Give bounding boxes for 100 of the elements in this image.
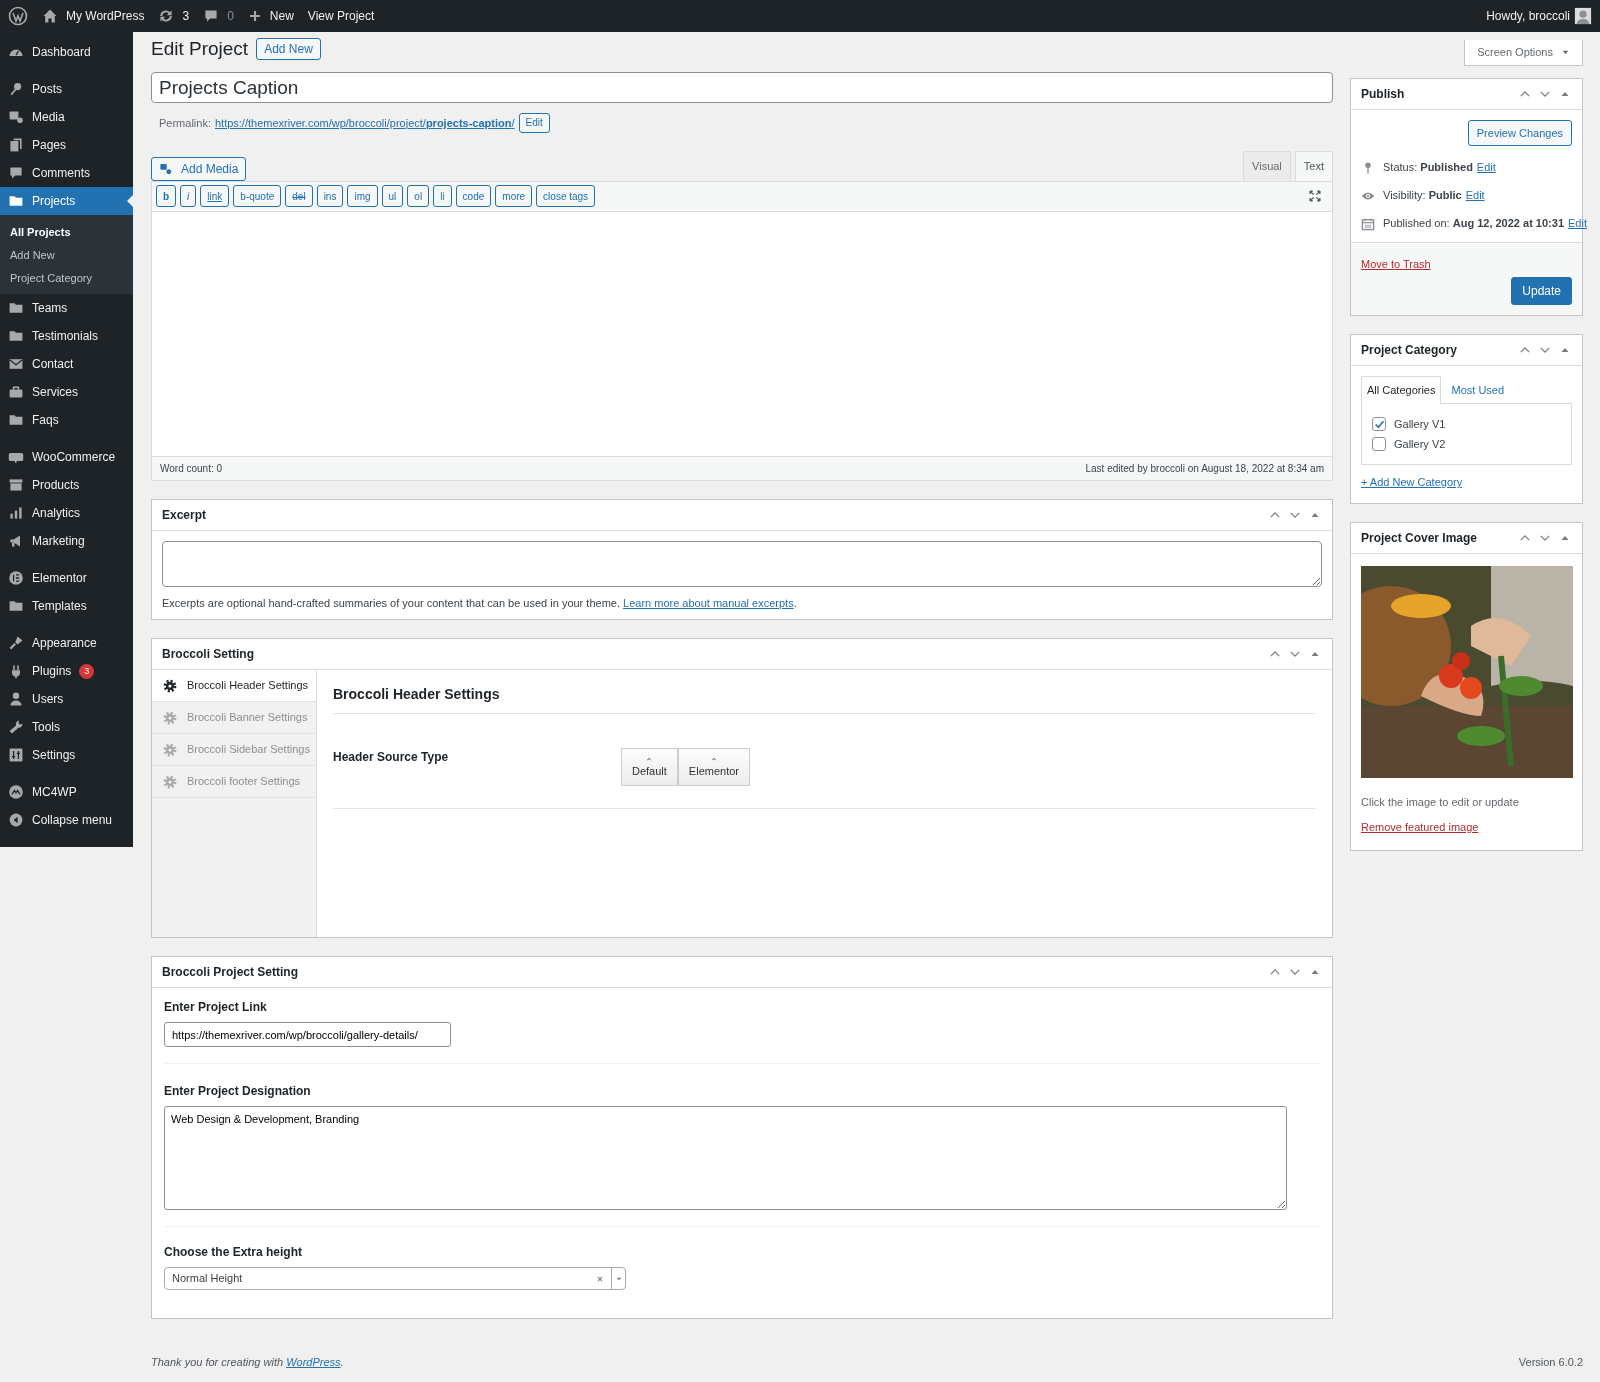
project-link-field[interactable]: https://themexriver.com/wp/broccoli/gallery-details/ <box>164 1022 451 1047</box>
comment-icon[interactable] <box>203 8 220 24</box>
photo-icon <box>8 109 24 125</box>
wrench-icon <box>8 719 24 735</box>
menu-item[interactable]: Users <box>0 685 133 713</box>
menu-item[interactable]: Templates <box>0 592 133 620</box>
quicktag-button[interactable]: b-quote <box>233 185 282 207</box>
plus-icon[interactable] <box>247 9 262 23</box>
source-option[interactable]: Default <box>621 748 678 786</box>
box-title: Publish <box>1361 85 1406 103</box>
new-link[interactable]: New <box>269 7 294 25</box>
move-to-trash-link[interactable]: Move to Trash <box>1361 257 1431 270</box>
folder-icon <box>8 598 24 614</box>
update-button[interactable]: Update <box>1511 276 1572 305</box>
height-select[interactable]: Normal Height <box>164 1267 626 1290</box>
quicktag-button[interactable]: ins <box>316 185 344 207</box>
add-category-link[interactable]: + Add New Category <box>1361 476 1463 488</box>
home-icon[interactable] <box>42 8 58 24</box>
checkbox[interactable] <box>1372 417 1386 431</box>
menu-item[interactable]: Services <box>0 378 133 406</box>
edit-link[interactable]: Edit <box>1568 215 1587 232</box>
fullscreen-icon[interactable] <box>1308 189 1322 203</box>
box-title: Project Category <box>1361 341 1459 359</box>
refresh-icon[interactable] <box>158 8 175 24</box>
edit-link[interactable]: Edit <box>1465 187 1485 204</box>
menu-item[interactable]: MC4WP <box>0 778 133 806</box>
collapse-icon <box>8 812 24 828</box>
menu-item[interactable]: Posts <box>0 75 133 103</box>
checkbox[interactable] <box>1372 437 1386 451</box>
greeting[interactable]: Howdy, broccoli <box>1486 7 1570 25</box>
preview-changes-button[interactable]: Preview Changes <box>1467 119 1572 146</box>
update-count: 3 <box>182 8 190 25</box>
menu-item[interactable]: Collapse menu <box>0 806 133 834</box>
quicktag-button[interactable]: close tags <box>536 185 596 207</box>
editor-tab[interactable]: Visual <box>1243 151 1291 181</box>
source-option[interactable]: Elementor <box>677 748 750 786</box>
menu-item[interactable]: Appearance <box>0 629 133 657</box>
menu-item[interactable]: Pages <box>0 131 133 159</box>
menu-item[interactable]: Contact <box>0 350 133 378</box>
category-tab[interactable]: Most Used <box>1445 375 1511 403</box>
sliders-icon <box>8 747 24 763</box>
menu-item[interactable]: Media <box>0 103 133 131</box>
edit-button[interactable]: Edit <box>518 113 550 133</box>
screen-options-button[interactable]: Screen Options <box>1464 40 1583 66</box>
quicktag-button[interactable]: ol <box>407 185 430 207</box>
briefcase-icon <box>8 384 24 400</box>
add-new-button[interactable]: Add New <box>256 38 321 60</box>
menu-item[interactable]: Marketing <box>0 527 133 555</box>
excerpt-field[interactable] <box>162 540 1322 587</box>
menu-item[interactable]: Analytics <box>0 499 133 527</box>
quicktag-button[interactable]: del <box>285 185 313 207</box>
submenu-item[interactable]: Add New <box>0 244 133 267</box>
quicktag-button[interactable]: li <box>433 185 452 207</box>
quicktag-button[interactable]: b <box>156 185 177 207</box>
designation-field[interactable]: Web Design & Development, Branding <box>164 1106 1287 1210</box>
checkbox-label: Gallery V2 <box>1394 436 1446 452</box>
quicktag-button[interactable]: more <box>495 185 533 207</box>
submenu-item[interactable]: Project Category <box>0 267 133 290</box>
media-icon <box>159 161 173 176</box>
edit-link[interactable]: Edit <box>1476 159 1496 176</box>
menu-item[interactable]: Teams <box>0 294 133 322</box>
quicktag-button[interactable]: ul <box>381 185 404 207</box>
quicktag-button[interactable]: i <box>180 185 197 207</box>
menu-item[interactable]: Testimonials <box>0 322 133 350</box>
archive-box-icon <box>8 477 24 493</box>
menu-item[interactable]: Elementor <box>0 564 133 592</box>
permalink-link[interactable]: https://themexriver.com/wp/broccoli/project/projects-caption/ <box>214 114 515 132</box>
status-text: Visibility: Public <box>1383 188 1462 204</box>
pages-icon <box>8 137 24 153</box>
site-link[interactable]: My WordPress <box>66 7 145 25</box>
menu-item[interactable]: Plugins 3 <box>0 657 133 685</box>
menu-item[interactable]: Projects <box>0 187 133 215</box>
menu-item[interactable]: Comments <box>0 159 133 187</box>
add-media-button[interactable]: Add Media <box>151 156 247 181</box>
quicktag-button[interactable]: code <box>455 185 492 207</box>
speech-bubble-icon <box>8 165 24 181</box>
menu-item[interactable]: Products <box>0 471 133 499</box>
remove-image-link[interactable]: Remove featured image <box>1361 818 1479 835</box>
page-title: Edit Project <box>151 36 249 61</box>
person-icon <box>8 691 24 707</box>
menu-item[interactable]: WooCommerce <box>0 443 133 471</box>
excerpts-link[interactable]: Learn more about manual excerpts <box>623 596 794 609</box>
quicktag-button[interactable]: img <box>347 185 378 207</box>
wordpress-link[interactable]: WordPress <box>286 1355 341 1368</box>
folder-icon <box>8 328 24 344</box>
menu-item[interactable]: Tools <box>0 713 133 741</box>
menu-item[interactable]: Settings <box>0 741 133 769</box>
quicktag-button[interactable]: link <box>200 185 230 207</box>
logo-icon[interactable] <box>8 6 28 26</box>
avatar-icon[interactable] <box>1574 7 1592 25</box>
category-tab[interactable]: All Categories <box>1361 375 1442 404</box>
settings-tab[interactable]: Broccoli Header Settings <box>152 670 316 702</box>
submenu-item[interactable]: All Projects <box>0 221 133 244</box>
menu-item[interactable]: Dashboard <box>0 38 133 66</box>
menu-item[interactable]: Faqs <box>0 406 133 434</box>
view-project-link[interactable]: View Project <box>307 7 375 25</box>
folder-icon <box>8 300 24 316</box>
box-title: Excerpt <box>162 506 208 524</box>
editor-tab[interactable]: Text <box>1294 151 1333 181</box>
title-field[interactable]: Projects Caption <box>151 72 1333 103</box>
